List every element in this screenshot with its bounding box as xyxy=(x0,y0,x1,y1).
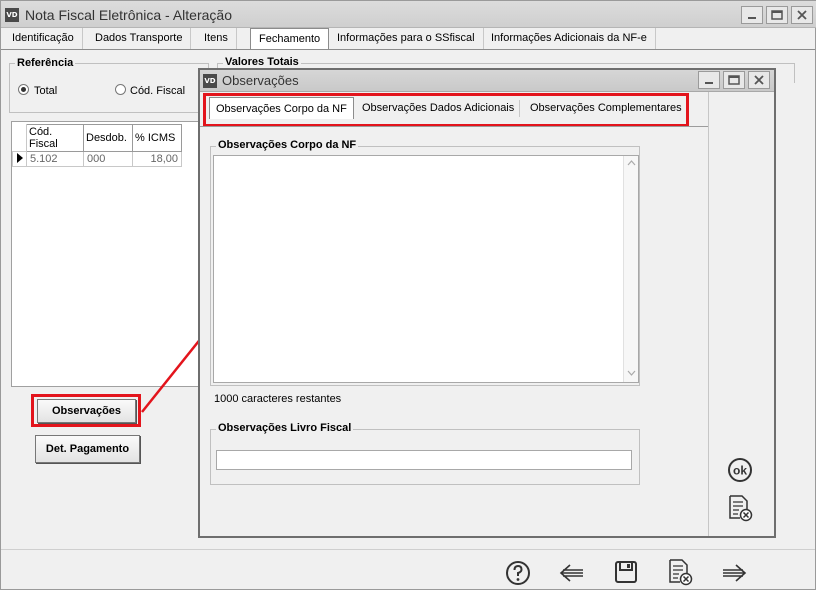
dialog-cancel-button[interactable] xyxy=(725,493,755,523)
scroll-up-icon xyxy=(627,160,636,166)
corpo-scrollbar[interactable] xyxy=(623,156,638,382)
livro-input[interactable] xyxy=(216,450,632,470)
dialog-tab-strip-line xyxy=(200,126,708,127)
scroll-down-icon xyxy=(627,370,636,376)
tab-observacoes-dados-adicionais[interactable]: Observações Dados Adicionais xyxy=(356,97,520,119)
corpo-textarea[interactable] xyxy=(213,155,639,383)
livro-title: Observações Livro Fiscal xyxy=(216,422,354,434)
corpo-title: Observações Corpo da NF xyxy=(216,139,359,151)
corpo-remaining: 1000 caracteres restantes xyxy=(214,393,342,405)
dialog-logo: VD xyxy=(203,74,217,88)
ok-button[interactable]: ok xyxy=(725,456,755,484)
dialog-side-divider xyxy=(708,92,709,536)
dialog-close-button[interactable] xyxy=(748,71,770,89)
maximize-icon xyxy=(728,75,740,85)
dialog-title-bar: VD Observações xyxy=(200,70,774,92)
cancel-document-icon xyxy=(729,495,753,522)
minimize-icon xyxy=(705,82,713,84)
ok-label: ok xyxy=(733,464,747,478)
tab-observacoes-complementares[interactable]: Observações Complementares xyxy=(524,97,688,119)
observacoes-dialog: VD Observações Observações Corpo da NF O… xyxy=(198,68,776,538)
close-icon xyxy=(754,75,764,85)
dialog-minimize-button[interactable] xyxy=(698,71,720,89)
dialog-maximize-button[interactable] xyxy=(723,71,745,89)
tab-observacoes-corpo[interactable]: Observações Corpo da NF xyxy=(209,97,354,119)
ok-icon: ok xyxy=(728,458,752,482)
dialog-title: Observações xyxy=(222,73,299,88)
tab-separator xyxy=(519,100,520,117)
